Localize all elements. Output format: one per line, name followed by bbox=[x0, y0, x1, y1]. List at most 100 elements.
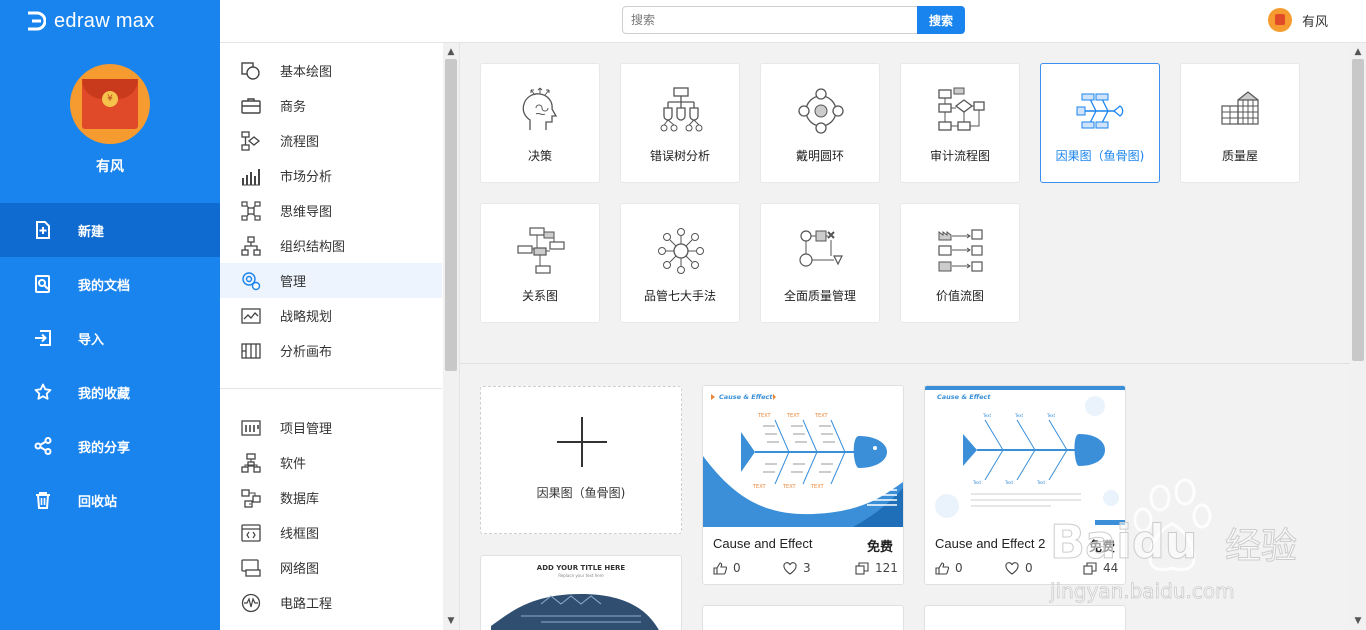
category-basic-drawing[interactable]: 基本绘图 bbox=[220, 53, 442, 88]
type-label: 质量屋 bbox=[1221, 149, 1258, 163]
copy-stat[interactable]: 44 bbox=[1083, 561, 1118, 575]
tqm-icon bbox=[799, 230, 843, 267]
category-mindmap[interactable]: 思维导图 bbox=[220, 193, 442, 228]
type-card-relation[interactable]: 关系图 bbox=[480, 203, 600, 323]
category-flowchart[interactable]: 流程图 bbox=[220, 123, 442, 158]
value-stream-icon bbox=[938, 229, 983, 272]
copy-stat[interactable]: 121 bbox=[855, 561, 898, 575]
bar-chart-icon bbox=[240, 165, 262, 187]
scroll-up-icon[interactable]: ▲ bbox=[443, 45, 459, 59]
svg-text:TEXT: TEXT bbox=[782, 484, 797, 490]
category-analysis-canvas[interactable]: 分析画布 bbox=[220, 333, 442, 368]
type-card-fault-tree[interactable]: 错误树分析 bbox=[620, 63, 740, 183]
wireframe-icon bbox=[240, 522, 262, 544]
category-database[interactable]: 数据库 bbox=[220, 480, 442, 515]
avatar bbox=[1268, 8, 1292, 32]
svg-text:TEXT: TEXT bbox=[814, 413, 829, 419]
type-card-deming-cycle[interactable]: 戴明圆环 bbox=[760, 63, 880, 183]
category-scrollbar[interactable]: ▲ ▼ bbox=[443, 43, 459, 630]
briefcase-icon bbox=[240, 95, 262, 117]
type-card-value-stream[interactable]: 价值流图 bbox=[900, 203, 1020, 323]
category-circuit[interactable]: 电路工程 bbox=[220, 585, 442, 620]
template-card-partial-1[interactable]: ADD YOUR TITLE HERE Replace your text he… bbox=[480, 555, 682, 630]
type-card-seven-tools[interactable]: 品管七大手法 bbox=[620, 203, 740, 323]
favorite-stat[interactable]: 0 bbox=[1005, 561, 1033, 575]
category-business[interactable]: 商务 bbox=[220, 88, 442, 123]
sidebar-item-favorites[interactable]: 我的收藏 bbox=[0, 365, 220, 419]
top-username: 有风 bbox=[1302, 14, 1329, 30]
sidebar-item-trash[interactable]: 回收站 bbox=[0, 473, 220, 527]
gantt-icon bbox=[240, 417, 262, 439]
category-management[interactable]: 管理 bbox=[220, 263, 442, 298]
app-logo[interactable]: edraw max bbox=[24, 8, 155, 34]
sidebar-item-share[interactable]: 我的分享 bbox=[0, 419, 220, 473]
copy-count: 121 bbox=[875, 561, 898, 575]
sidebar-item-new[interactable]: 新建 bbox=[0, 203, 220, 257]
category-market-analysis[interactable]: 市场分析 bbox=[220, 158, 442, 193]
type-card-house-of-quality[interactable]: 质量屋 bbox=[1180, 63, 1300, 183]
favorite-stat[interactable]: 3 bbox=[783, 561, 811, 575]
diagram-type-grid: 决策 错误树分析 戴明圆环 审计流程图 因果图（鱼骨图) 质量屋 关系图 品管七… bbox=[460, 43, 1350, 363]
sidebar: edraw max ¥ 有风 新建 我的文档 导入 我的收藏 我的分享 回收站 bbox=[0, 0, 220, 630]
sidebar-username: 有风 bbox=[96, 159, 124, 175]
sidebar-item-label: 我的收藏 bbox=[78, 386, 131, 402]
category-wireframe[interactable]: 线框图 bbox=[220, 515, 442, 550]
category-label: 网络图 bbox=[280, 562, 320, 577]
search-button[interactable]: 搜索 bbox=[917, 6, 965, 34]
svg-text:TEXT: TEXT bbox=[786, 413, 801, 419]
category-project-management[interactable]: 项目管理 bbox=[220, 410, 442, 445]
sidebar-item-label: 我的分享 bbox=[78, 440, 131, 456]
sidebar-item-my-docs[interactable]: 我的文档 bbox=[0, 257, 220, 311]
svg-text:Text: Text bbox=[972, 480, 982, 485]
like-stat[interactable]: 0 bbox=[935, 561, 963, 575]
type-card-decision[interactable]: 决策 bbox=[480, 63, 600, 183]
basic-shapes-icon bbox=[240, 60, 262, 82]
template-card-cause-effect[interactable]: TEXT TEXT TEXT TEXT TEXT TEXT Cause & Effect … bbox=[702, 385, 904, 585]
search-input[interactable] bbox=[622, 6, 919, 34]
template-gallery: 因果图（鱼骨图) TEXT TEXT TEXT TEXT TEXT TEXT Cause … bbox=[460, 363, 1350, 630]
scroll-up-icon[interactable]: ▲ bbox=[1350, 45, 1366, 59]
template-card-partial-2[interactable] bbox=[702, 605, 904, 630]
category-list-secondary: 项目管理 软件 数据库 线框图 网络图 电路工程 bbox=[220, 410, 442, 620]
template-card-partial-3[interactable] bbox=[924, 605, 1126, 630]
top-user-menu[interactable]: 有风 bbox=[1268, 8, 1328, 32]
sidebar-item-label: 新建 bbox=[78, 224, 105, 240]
thumbs-up-icon bbox=[713, 561, 727, 575]
category-org-chart[interactable]: 组织结构图 bbox=[220, 228, 442, 263]
sidebar-item-label: 我的文档 bbox=[78, 278, 131, 294]
type-card-audit-flow[interactable]: 审计流程图 bbox=[900, 63, 1020, 183]
new-card-label: 因果图（鱼骨图) bbox=[536, 486, 626, 500]
audit-flow-icon bbox=[938, 87, 985, 131]
plus-icon bbox=[557, 417, 607, 467]
mindmap-icon bbox=[240, 200, 262, 222]
svg-text:Text: Text bbox=[982, 413, 992, 418]
star-icon bbox=[33, 382, 53, 402]
scroll-thumb[interactable] bbox=[445, 59, 457, 371]
type-label: 关系图 bbox=[521, 289, 558, 303]
template-card-cause-effect-2[interactable]: Text Text Text Text Text Text Cause & Effect … bbox=[924, 385, 1126, 585]
edraw-logo-icon bbox=[28, 11, 46, 31]
red-envelope-icon: ¥ bbox=[82, 79, 138, 129]
type-card-tqm[interactable]: 全面质量管理 bbox=[760, 203, 880, 323]
type-label: 全面质量管理 bbox=[783, 289, 856, 303]
type-label: 因果图（鱼骨图) bbox=[1055, 149, 1145, 163]
scroll-thumb[interactable] bbox=[1352, 59, 1364, 361]
category-strategy[interactable]: 战略规划 bbox=[220, 298, 442, 333]
fishbone-template-preview: ADD YOUR TITLE HERE Replace your text he… bbox=[491, 564, 659, 630]
scroll-down-icon[interactable]: ▼ bbox=[1350, 614, 1366, 628]
scroll-down-icon[interactable]: ▼ bbox=[443, 614, 459, 628]
flowchart-icon bbox=[240, 130, 262, 152]
sidebar-item-import[interactable]: 导入 bbox=[0, 311, 220, 365]
category-label: 项目管理 bbox=[280, 422, 333, 437]
category-divider bbox=[220, 388, 442, 389]
like-stat[interactable]: 0 bbox=[713, 561, 741, 575]
main-scrollbar[interactable]: ▲ ▼ bbox=[1350, 43, 1366, 630]
user-avatar[interactable]: ¥ bbox=[70, 64, 150, 144]
new-blank-diagram-card[interactable]: 因果图（鱼骨图) bbox=[480, 386, 682, 534]
sidebar-nav: 新建 我的文档 导入 我的收藏 我的分享 回收站 bbox=[0, 203, 220, 527]
software-icon bbox=[240, 452, 262, 474]
head-decision-icon bbox=[522, 87, 558, 130]
category-network[interactable]: 网络图 bbox=[220, 550, 442, 585]
type-card-fishbone[interactable]: 因果图（鱼骨图) bbox=[1040, 63, 1160, 183]
category-software[interactable]: 软件 bbox=[220, 445, 442, 480]
